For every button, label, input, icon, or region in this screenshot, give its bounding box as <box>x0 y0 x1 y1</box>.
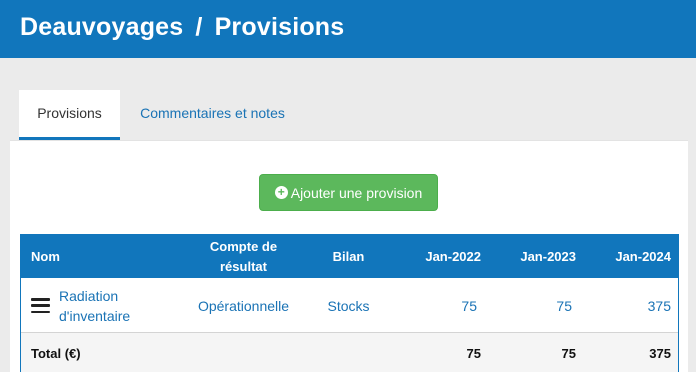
plus-circle-icon: + <box>274 186 288 199</box>
provisions-panel: + Ajouter une provision Nom Compte de rés… <box>10 140 688 372</box>
row-nom-cell: Radiation d'inventaire <box>31 278 181 333</box>
add-provision-label: Ajouter une provision <box>290 184 423 201</box>
total-row: Total (€) 75 75 375 <box>21 333 678 372</box>
row-jan-2024-value[interactable]: 375 <box>581 278 671 333</box>
provisions-table: Nom Compte de résultat Bilan Jan-2022 Jan… <box>20 234 679 372</box>
provision-name-link[interactable]: Radiation d'inventaire <box>59 286 130 326</box>
header-compte-line2: résultat <box>220 258 267 274</box>
row-jan-2022-value[interactable]: 75 <box>391 278 481 333</box>
row-jan-2023-value[interactable]: 75 <box>486 278 576 333</box>
table-row: Radiation d'inventaire Opérationnelle St… <box>21 278 678 333</box>
provision-name-line2: d'inventaire <box>59 307 131 324</box>
header-nom: Nom <box>31 249 60 264</box>
total-label: Total (€) <box>31 345 81 361</box>
header-compte-resultat: Compte de résultat <box>186 235 301 278</box>
header-jan-2024: Jan-2024 <box>615 249 671 264</box>
add-provision-button[interactable]: + Ajouter une provision <box>259 174 438 211</box>
table-header-row: Nom Compte de résultat Bilan Jan-2022 Jan… <box>21 235 678 278</box>
breadcrumb-separator: / <box>195 13 203 41</box>
tab-bar: Provisions Commentaires et notes <box>0 90 696 140</box>
tab-commentaires-notes[interactable]: Commentaires et notes <box>130 90 295 140</box>
provision-name-line1: Radiation <box>59 287 119 304</box>
row-bilan-link[interactable]: Stocks <box>311 278 386 333</box>
company-name: Deauvoyages <box>20 13 184 41</box>
tab-provisions[interactable]: Provisions <box>19 90 120 140</box>
header-bilan: Bilan <box>332 249 365 264</box>
total-jan-2022: 75 <box>466 345 481 361</box>
breadcrumb-title: Deauvoyages / Provisions <box>20 13 344 42</box>
header-jan-2023: Jan-2023 <box>520 249 576 264</box>
total-jan-2023: 75 <box>561 345 576 361</box>
top-header: Deauvoyages / Provisions <box>0 0 696 58</box>
total-jan-2024: 375 <box>649 345 671 361</box>
hamburger-menu-icon[interactable] <box>31 298 50 313</box>
section-name: Provisions <box>214 13 345 41</box>
header-compte-line1: Compte de <box>209 238 278 254</box>
row-compte-link[interactable]: Opérationnelle <box>186 278 301 333</box>
header-jan-2022: Jan-2022 <box>425 249 481 264</box>
